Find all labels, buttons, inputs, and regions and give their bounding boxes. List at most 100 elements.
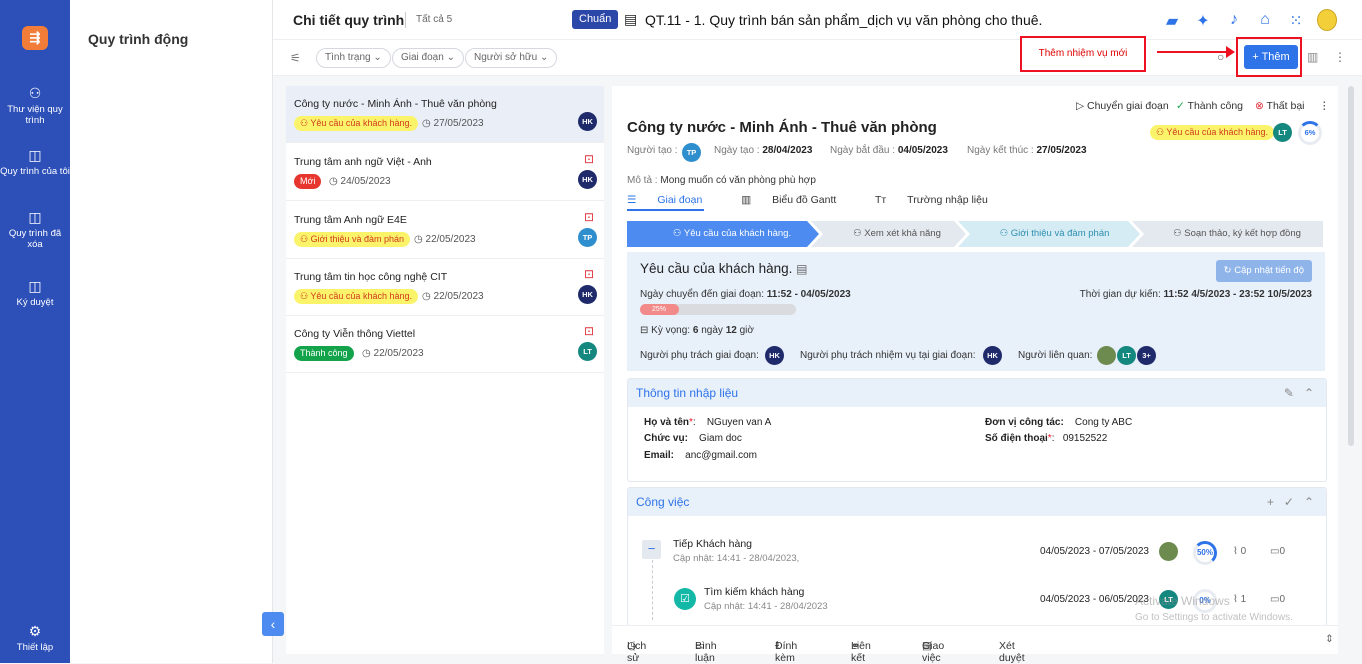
owner-filter[interactable]: Người sở hữu ⌄ [465,48,558,68]
filter-settings-icon[interactable]: ⚟ [290,51,301,65]
list-item[interactable]: Công ty nước - Minh Ánh - Thuê văn phòng… [286,86,604,143]
progress-fill: 25% [640,304,679,315]
move-stage-button[interactable]: ▷ Chuyển giai đoạn [1076,100,1169,112]
chevron-up-icon[interactable]: ⌃ [1304,495,1314,509]
count: 0 [1279,594,1286,605]
approval-icon: ◫ [28,278,42,294]
nav-approval[interactable]: ◫ Ký duyệt [0,278,70,309]
task-comments[interactable]: ▭0 [1270,594,1285,605]
meta-value: 04/05/2023 [897,145,948,156]
note-icon[interactable]: ▤ [796,262,807,276]
stage-text: Yêu cầu của khách hàng. [683,228,792,239]
row-label: Kỳ vọng: [651,325,691,336]
fail-button[interactable]: ⊗ Thất bại [1255,100,1305,112]
date-text: 24/05/2023 [340,176,391,187]
stage-box-title: Yêu cầu của khách hàng. ▤ [640,261,807,276]
section-header[interactable]: Thông tin nhập liệu ✎ ⌃ [628,379,1326,407]
phone-field: Số điện thoại*: 09152522 [985,433,1108,444]
task-attachments[interactable]: ⌇ 0 [1233,546,1246,557]
meta-value: 28/04/2023 [762,145,813,156]
app-logo[interactable]: ⇶ [22,26,48,50]
nav-deleted-process[interactable]: ◫ Quy trình đã xóa [0,210,70,251]
watermark-subtitle: Go to Settings to activate Windows. [1135,612,1293,623]
lock-icon: ⊡ [583,267,594,281]
tab-stages[interactable]: ☰ Giai đoạn [627,194,720,206]
status-filter[interactable]: Tình trạng ⌄ [316,48,391,68]
page-title: Chi tiết quy trình [293,12,405,28]
tag-text: Yêu cầu của khách hàng. [1166,127,1268,137]
edit-icon[interactable]: ✎ [1284,386,1294,400]
list-item[interactable]: Công ty Viễn thông Viettel ⊡ Thành công … [286,316,604,373]
layout-toggle-icon[interactable]: ▥ [1307,50,1318,64]
update-progress-button[interactable]: ↻ Cập nhật tiến độ [1215,260,1312,282]
x-circle-icon: ⊗ [1255,100,1264,112]
success-button[interactable]: ✓ Thành công [1176,100,1243,112]
check-icon[interactable]: ✓ [1284,495,1294,509]
related-avatar-photo [1097,346,1116,365]
meta-label: Ngày bắt đầu : [830,145,896,156]
collapse-task-button[interactable]: − [642,540,661,559]
expand-icon[interactable]: ⇕ [1325,633,1334,645]
tab-input-fields[interactable]: Tт Trường nhập liệu [875,194,1006,206]
task-updated: Cập nhật: 14:41 - 28/04/2023 [704,601,828,612]
email-field: Email: anc@gmail.com [644,450,757,461]
task-name: Tìm kiếm khách hàng [704,586,805,598]
section-header[interactable]: Công việc + ✓ ⌃ [628,488,1326,516]
stage-3-label: ⚇ Giới thiệu và đàm phán [999,228,1110,239]
tab-gantt[interactable]: ▥ Biểu đồ Gantt [741,194,854,206]
description: Mô tả : Mong muốn có văn phòng phù hợp [627,175,816,186]
gantt-icon: ▥ [741,194,752,206]
detail-title: Công ty nước - Minh Ánh - Thuê văn phòng [627,119,937,136]
button-label: Cập nhật tiến độ [1234,265,1304,276]
home-icon[interactable]: ⌂ [1256,11,1274,31]
plus-icon[interactable]: + [1267,495,1274,509]
more-vertical-icon[interactable]: ⋮ [1319,100,1330,112]
date-text: 22/05/2023 [425,234,476,245]
detail-panel: ▷ Chuyển giai đoạn ✓ Thành công ⊗ Thất b… [612,86,1338,654]
field-value: Giam doc [699,433,742,444]
creator-label: Người tạo : [627,145,678,156]
related-more[interactable]: 3+ [1137,346,1156,365]
stage-filter[interactable]: Giai đoạn ⌄ [392,48,464,68]
tag-text: Giới thiệu và đàm phán [310,234,405,244]
more-vertical-icon[interactable]: ⋮ [1334,50,1346,64]
chevron-down-icon: ⌄ [539,52,549,63]
bell-icon[interactable]: ♪ [1225,11,1243,31]
user-avatar[interactable] [1317,9,1337,31]
count: 1 [1240,594,1247,605]
task-item[interactable]: Tiếp Khách hàng Cập nhật: 14:41 - 28/04/2… [673,538,799,564]
list-item[interactable]: Trung tâm Anh ngữ E4E ⊡ ⚇ Giới thiệu và … [286,202,604,259]
text-icon: Tт [875,194,887,206]
task-name: Tiếp Khách hàng [673,538,753,550]
lock-icon: ⊡ [583,324,594,338]
stage-progress-bar: 25% [640,304,796,315]
detail-bottom-bar: ◷ Lịch sử ▭ Bình luận ⌇ Đính kèm ⚭ Liên … [612,625,1338,664]
list-item[interactable]: Trung tâm tin học công nghệ CIT ⊡ ⚇ Yêu … [286,259,604,316]
list-item[interactable]: Trung tâm anh ngữ Việt - Anh ⊡ Mới ◷ 24/… [286,144,604,201]
days-unit: ngày [701,325,723,336]
gear-icon: ⚙ [28,623,42,639]
meta-label: Mô tả : [627,175,658,186]
nav-settings[interactable]: ⚙ Thiết lập [0,623,70,654]
meta-label: Ngày kết thúc : [967,145,1034,156]
nav-my-process[interactable]: ◫ Quy trình của tôi [0,148,70,178]
detail-scrollbar[interactable] [1348,86,1354,446]
pin-icon[interactable]: ✦ [1194,11,1212,31]
chat-icon[interactable]: ▰ [1163,11,1181,31]
stage-tag: Mới [294,174,322,189]
item-name: Trung tâm Anh ngữ E4E [294,214,407,226]
add-task-button[interactable]: + Thêm [1244,45,1298,69]
task-check-icon[interactable]: ☑ [674,588,696,610]
nav-process-library[interactable]: ⚇ Thư viện quy trình [0,86,70,127]
apps-grid-icon[interactable]: ⁙ [1287,11,1305,31]
task-item[interactable]: Tìm kiếm khách hàng Cập nhật: 14:41 - 28/… [704,586,828,612]
task-attachments[interactable]: ⌇ 1 [1233,594,1246,605]
collapse-sidebar-button[interactable]: ‹ [262,612,284,636]
task-comments[interactable]: ▭0 [1270,546,1285,557]
chevron-up-icon[interactable]: ⌃ [1304,386,1314,400]
filter-bar: ⚟ Tình trạng ⌄ Giai đoạn ⌄ Người sở hữu … [273,40,1362,76]
section-tools: + ✓ ⌃ [1267,488,1314,516]
paperclip-icon: ⌇ [1233,546,1238,557]
section-tools: ✎ ⌃ [1284,379,1314,407]
tab-label: Giai đoạn [657,194,703,206]
